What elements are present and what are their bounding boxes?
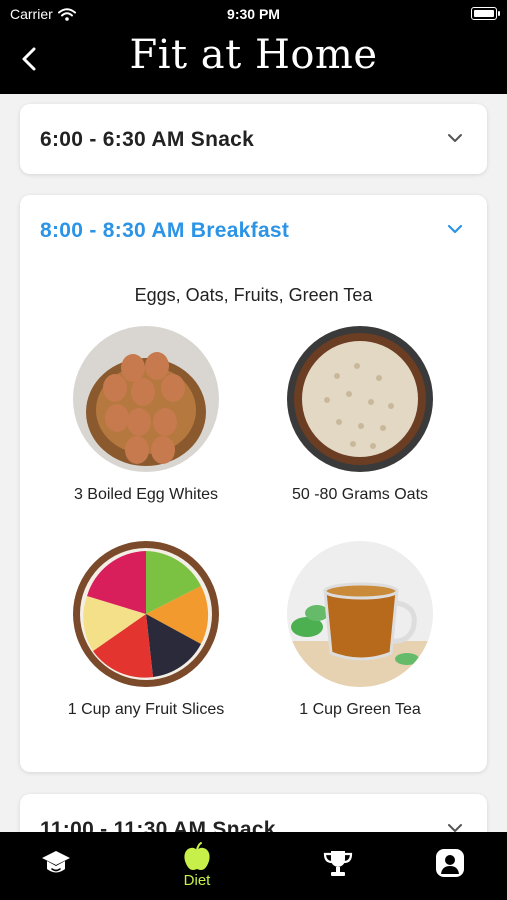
graduation-cap-icon (42, 851, 70, 873)
profile-icon (436, 849, 464, 877)
meal-summary: Eggs, Oats, Fruits, Green Tea (134, 285, 373, 305)
food-item-oats: 50 -80 Grams Oats (250, 326, 470, 504)
chevron-down-icon (448, 824, 462, 832)
oats-bowl-photo (287, 326, 433, 472)
green-tea-cup-photo (287, 541, 433, 687)
meal-header[interactable]: 8:00 - 8:30 AM Breakfast (20, 195, 487, 265)
food-item-green-tea: 1 Cup Green Tea (250, 541, 470, 719)
food-item-eggs: 3 Boiled Egg Whites (36, 326, 256, 504)
meal-card-breakfast: 8:00 - 8:30 AM Breakfast Eggs, Oats, Fru… (20, 195, 487, 772)
food-caption: 3 Boiled Egg Whites (73, 486, 219, 503)
tab-bar: Diet (0, 832, 507, 900)
meal-list[interactable]: 6:00 - 6:30 AM Snack 8:00 - 8:30 AM Brea… (0, 94, 507, 832)
apple-icon (184, 842, 210, 870)
meal-time-label: 8:00 - 8:30 AM Breakfast (40, 219, 290, 242)
page-title: Fit at Home (129, 32, 378, 78)
meal-header[interactable]: 11:00 - 11:30 AM Snack (20, 794, 487, 832)
status-bar: Carrier 9:30 PM (0, 0, 507, 28)
battery-icon (471, 7, 500, 20)
meal-card-snack-morning: 6:00 - 6:30 AM Snack (20, 104, 487, 174)
food-caption: 1 Cup Green Tea (299, 701, 421, 718)
food-caption: 1 Cup any Fruit Slices (67, 701, 225, 718)
tab-label: Diet (183, 872, 211, 889)
chevron-down-icon (448, 134, 462, 142)
meal-time-label: 6:00 - 6:30 AM Snack (40, 128, 255, 151)
tab-diet[interactable]: Diet (157, 832, 237, 900)
meal-time-label: 11:00 - 11:30 AM Snack (40, 818, 276, 832)
trophy-icon (323, 851, 353, 876)
status-time: 9:30 PM (227, 6, 280, 22)
meal-header[interactable]: 6:00 - 6:30 AM Snack (20, 104, 487, 174)
tab-achievements[interactable] (298, 832, 378, 900)
food-item-fruit: 1 Cup any Fruit Slices (36, 541, 256, 719)
tab-profile[interactable] (410, 832, 490, 900)
meal-card-snack-late-morning: 11:00 - 11:30 AM Snack (20, 794, 487, 832)
chevron-down-icon (447, 224, 463, 234)
fruit-platter-photo (73, 541, 219, 687)
eggs-basket-photo (73, 326, 219, 472)
nav-bar: Fit at Home (0, 28, 507, 94)
tab-workouts[interactable] (16, 832, 96, 900)
food-caption: 50 -80 Grams Oats (291, 486, 429, 503)
